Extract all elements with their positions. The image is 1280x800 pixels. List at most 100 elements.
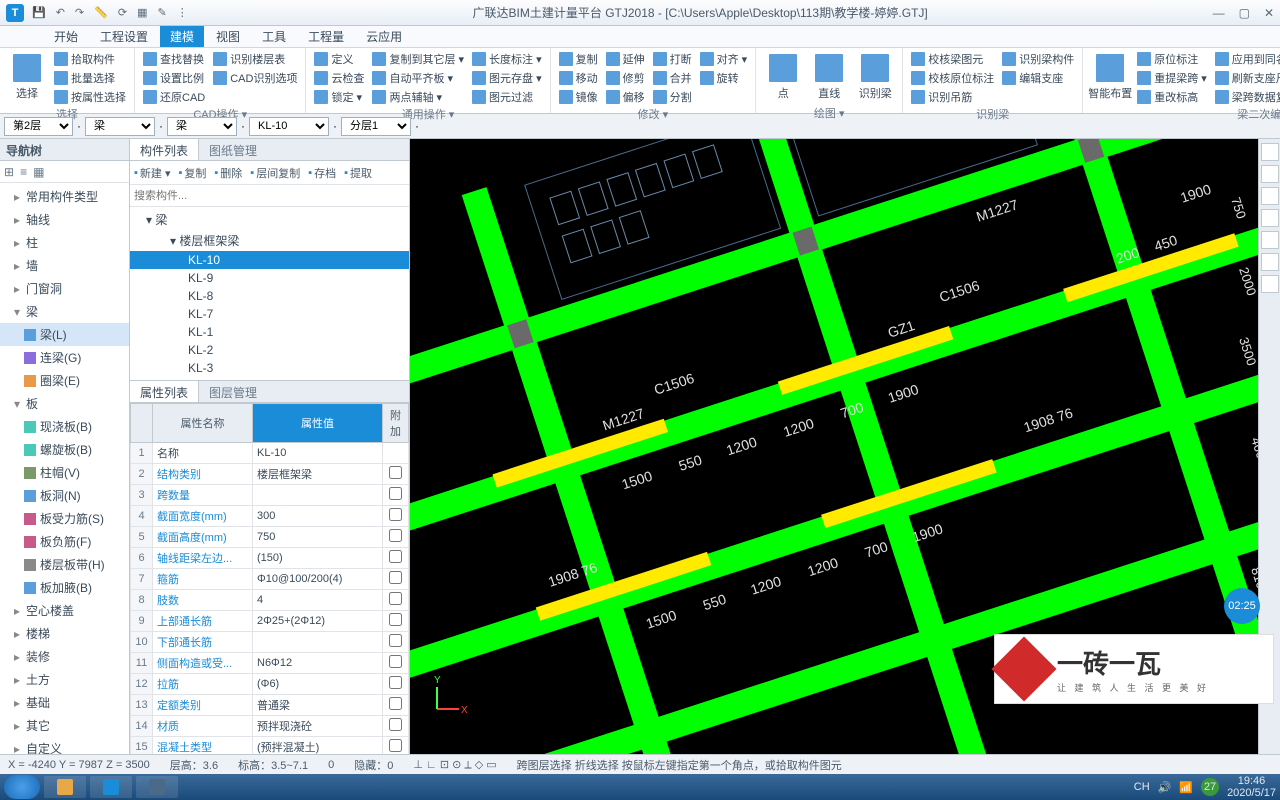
ribbon-还原CAD[interactable]: 还原CAD	[141, 88, 207, 106]
ribbon-查找替换[interactable]: 查找替换	[141, 50, 207, 68]
ribbon-拾取构件[interactable]: 拾取构件	[52, 50, 128, 68]
ribbon-打断[interactable]: 打断	[651, 50, 694, 68]
ribbon-合并[interactable]: 合并	[651, 69, 694, 87]
prop-row-2[interactable]: 2结构类别楼层框架梁	[131, 464, 409, 485]
prop-chk-9[interactable]	[389, 613, 402, 626]
search-input[interactable]	[134, 187, 405, 204]
ribbon-对齐 ▾[interactable]: 对齐 ▾	[698, 50, 750, 68]
view-zoom-icon[interactable]	[1261, 165, 1279, 183]
nav-item-楼梯[interactable]: ▸楼梯	[0, 622, 129, 645]
ribbon-编辑支座[interactable]: 编辑支座	[1000, 69, 1076, 87]
category-select[interactable]: 梁	[85, 117, 155, 136]
prop-chk-2[interactable]	[389, 466, 402, 479]
ribbon-分割[interactable]: 分割	[651, 88, 694, 106]
comp-item-KL-3[interactable]: KL-3	[130, 359, 409, 377]
prop-row-1[interactable]: 1名称KL-10	[131, 443, 409, 464]
nav-list-icon[interactable]: ≡	[20, 165, 27, 179]
qat-redo-icon[interactable]: ↷	[75, 6, 84, 19]
view-pan-icon[interactable]	[1261, 187, 1279, 205]
nav-item-梁[interactable]: ▾梁	[0, 300, 129, 323]
ribbon-CAD识别选项[interactable]: CAD识别选项	[211, 69, 299, 87]
nav-item-轴线[interactable]: ▸轴线	[0, 208, 129, 231]
start-button[interactable]	[4, 775, 40, 799]
nav-item-墙[interactable]: ▸墙	[0, 254, 129, 277]
nav-item-空心楼盖[interactable]: ▸空心楼盖	[0, 599, 129, 622]
nav-item-板[interactable]: ▾板	[0, 392, 129, 415]
ribbon-复制到其它层 ▾[interactable]: 复制到其它层 ▾	[370, 50, 466, 68]
ribbon-识别吊筋[interactable]: 识别吊筋	[909, 88, 996, 106]
nav-expand-icon[interactable]: ⊞	[4, 165, 14, 179]
qat-settings-icon[interactable]: ▦	[137, 6, 147, 19]
nav-item-基础[interactable]: ▸基础	[0, 691, 129, 714]
ribbon-梁跨数据复制[interactable]: 梁跨数据复制	[1213, 88, 1280, 106]
prop-chk-7[interactable]	[389, 571, 402, 584]
prop-chk-13[interactable]	[389, 697, 402, 710]
comp-item-KL-7[interactable]: KL-7	[130, 305, 409, 323]
ribbon-应用到同名梁[interactable]: 应用到同名梁	[1213, 50, 1280, 68]
ribbon-识别梁构件[interactable]: 识别梁构件	[1000, 50, 1076, 68]
prop-chk-6[interactable]	[389, 550, 402, 563]
ribbon-识别楼层表[interactable]: 识别楼层表	[211, 50, 299, 68]
nav-grid-icon[interactable]: ▦	[33, 165, 44, 179]
nav-item-板受力筋(S)[interactable]: 板受力筋(S)	[0, 507, 129, 530]
tray-clock[interactable]: 19:462020/5/17	[1227, 775, 1276, 799]
ribbon-批量选择[interactable]: 批量选择	[52, 69, 128, 87]
ribbon-复制[interactable]: 复制	[557, 50, 600, 68]
type-select[interactable]: 梁	[167, 117, 237, 136]
prop-chk-12[interactable]	[389, 676, 402, 689]
view-layers-icon[interactable]	[1261, 253, 1279, 271]
prop-row-12[interactable]: 12拉筋(Φ6)	[131, 674, 409, 695]
menu-3[interactable]: 视图	[206, 26, 250, 47]
prop-chk-11[interactable]	[389, 655, 402, 668]
nav-item-其它[interactable]: ▸其它	[0, 714, 129, 737]
ribbon-校核梁图元[interactable]: 校核梁图元	[909, 50, 996, 68]
prop-tab-1[interactable]: 图层管理	[199, 381, 267, 402]
drawing-canvas[interactable]: M1227GZ1C1506 C1506M1227 1900450200 1500…	[410, 139, 1280, 754]
nav-item-自定义[interactable]: ▸自定义	[0, 737, 129, 754]
prop-row-3[interactable]: 3跨数量	[131, 485, 409, 506]
component-select[interactable]: KL-10	[249, 117, 329, 136]
ribbon-刷新支座尺寸[interactable]: 刷新支座尺寸	[1213, 69, 1280, 87]
comp-tb-提取[interactable]: ▪提取	[344, 165, 372, 181]
nav-item-螺旋板(B)[interactable]: 螺旋板(B)	[0, 438, 129, 461]
ribbon-识别梁[interactable]: 识别梁	[854, 50, 896, 105]
nav-item-柱帽(V)[interactable]: 柱帽(V)	[0, 461, 129, 484]
task-explorer[interactable]	[44, 776, 86, 798]
minimize-icon[interactable]: —	[1213, 6, 1225, 20]
tray-wifi-icon[interactable]: 📶	[1179, 781, 1193, 794]
task-cad[interactable]	[136, 776, 178, 798]
prop-tab-0[interactable]: 属性列表	[130, 381, 199, 402]
ribbon-智能布置[interactable]: 智能布置	[1089, 50, 1131, 106]
ribbon-长度标注 ▾[interactable]: 长度标注 ▾	[470, 50, 544, 68]
prop-row-13[interactable]: 13定额类别普通梁	[131, 695, 409, 716]
tray-network-icon[interactable]: 🔊	[1158, 781, 1172, 794]
comp-tab-1[interactable]: 图纸管理	[199, 139, 267, 160]
comp-tb-层间复制[interactable]: ▪层间复制	[250, 165, 300, 181]
prop-row-10[interactable]: 10下部通长筋	[131, 632, 409, 653]
prop-chk-15[interactable]	[389, 739, 402, 752]
ribbon-校核原位标注[interactable]: 校核原位标注	[909, 69, 996, 87]
nav-item-常用构件类型[interactable]: ▸常用构件类型	[0, 185, 129, 208]
prop-row-15[interactable]: 15混凝土类型(预拌混凝土)	[131, 737, 409, 755]
menu-1[interactable]: 工程设置	[90, 26, 158, 47]
ribbon-偏移[interactable]: 偏移	[604, 88, 647, 106]
menu-2[interactable]: 建模	[160, 26, 204, 47]
comp-tb-新建 ▾[interactable]: ▪新建 ▾	[134, 165, 170, 181]
menu-4[interactable]: 工具	[252, 26, 296, 47]
view-3d-icon[interactable]	[1261, 275, 1279, 293]
comp-item-KL-1[interactable]: KL-1	[130, 323, 409, 341]
comp-item-KL-8[interactable]: KL-8	[130, 287, 409, 305]
prop-row-6[interactable]: 6轴线距梁左边...(150)	[131, 548, 409, 569]
ribbon-重改标高[interactable]: 重改标高	[1135, 88, 1209, 106]
prop-row-7[interactable]: 7箍筋Φ10@100/200(4)	[131, 569, 409, 590]
nav-item-圈梁(E)[interactable]: 圈梁(E)	[0, 369, 129, 392]
ribbon-直线[interactable]: 直线	[808, 50, 850, 105]
prop-row-14[interactable]: 14材质预拌现浇砼	[131, 716, 409, 737]
comp-tb-复制[interactable]: ▪复制	[178, 165, 206, 181]
ribbon-图元存盘 ▾[interactable]: 图元存盘 ▾	[470, 69, 544, 87]
view-cube-icon[interactable]	[1261, 143, 1279, 161]
comp-tb-存档[interactable]: ▪存档	[308, 165, 336, 181]
nav-item-土方[interactable]: ▸土方	[0, 668, 129, 691]
ribbon-选择[interactable]: 选择	[6, 50, 48, 106]
qat-refresh-icon[interactable]: ⟳	[118, 6, 127, 19]
